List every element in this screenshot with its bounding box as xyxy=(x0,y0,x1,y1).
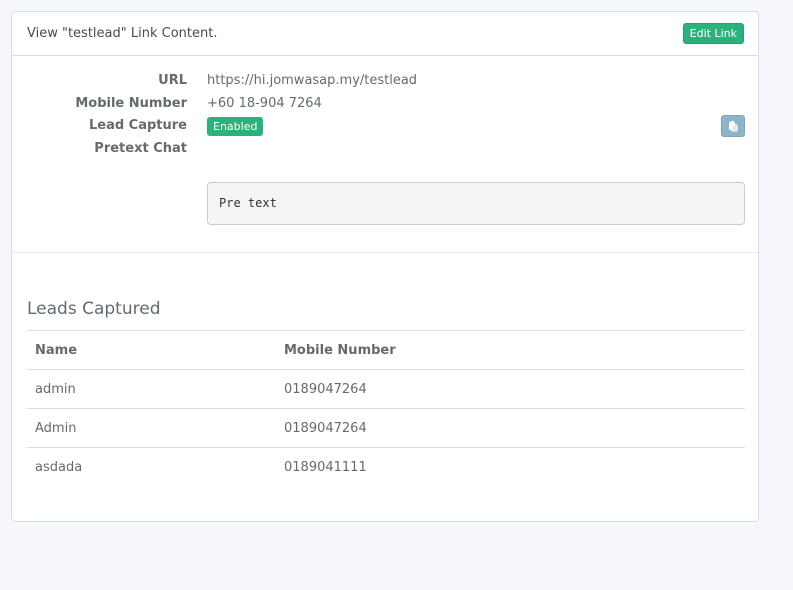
edit-link-button[interactable]: Edit Link xyxy=(682,23,744,44)
mobile-value: +60 18-904 7264 xyxy=(207,96,322,111)
lead-capture-status-badge: Enabled xyxy=(207,117,264,136)
link-content-panel: View "testlead" Link Content. Edit Link … xyxy=(11,11,759,522)
leads-table: Name Mobile Number admin 0189047264 Admi… xyxy=(27,330,745,486)
url-label: URL xyxy=(158,73,187,88)
link-details: URL https://hi.jomwasap.my/testlead Mobi… xyxy=(12,56,758,253)
column-header-name: Name xyxy=(27,330,276,370)
table-header-row: Name Mobile Number xyxy=(27,330,745,370)
lead-mobile-cell: 0189047264 xyxy=(276,408,745,448)
column-header-mobile: Mobile Number xyxy=(276,330,745,370)
clipboard-icon xyxy=(727,120,739,132)
panel-title: View "testlead" Link Content. xyxy=(27,26,218,41)
lead-mobile-cell: 0189041111 xyxy=(276,447,745,486)
leads-captured-title: Leads Captured xyxy=(27,299,161,319)
lead-capture-label: Lead Capture xyxy=(88,118,187,133)
lead-mobile-cell: 0189047264 xyxy=(276,369,745,409)
panel-heading: View "testlead" Link Content. Edit Link xyxy=(12,12,758,56)
mobile-label: Mobile Number xyxy=(75,96,187,111)
lead-name-cell: asdada xyxy=(27,447,276,486)
pretext-chat-box: Pre text xyxy=(207,182,745,225)
table-row: admin 0189047264 xyxy=(27,369,745,409)
table-row: Admin 0189047264 xyxy=(27,408,745,448)
copy-url-button[interactable] xyxy=(721,115,745,137)
lead-name-cell: Admin xyxy=(27,408,276,448)
pretext-label: Pretext Chat xyxy=(94,141,187,156)
url-value: https://hi.jomwasap.my/testlead xyxy=(207,73,418,88)
lead-name-cell: admin xyxy=(27,369,276,409)
table-row: asdada 0189041111 xyxy=(27,447,745,486)
